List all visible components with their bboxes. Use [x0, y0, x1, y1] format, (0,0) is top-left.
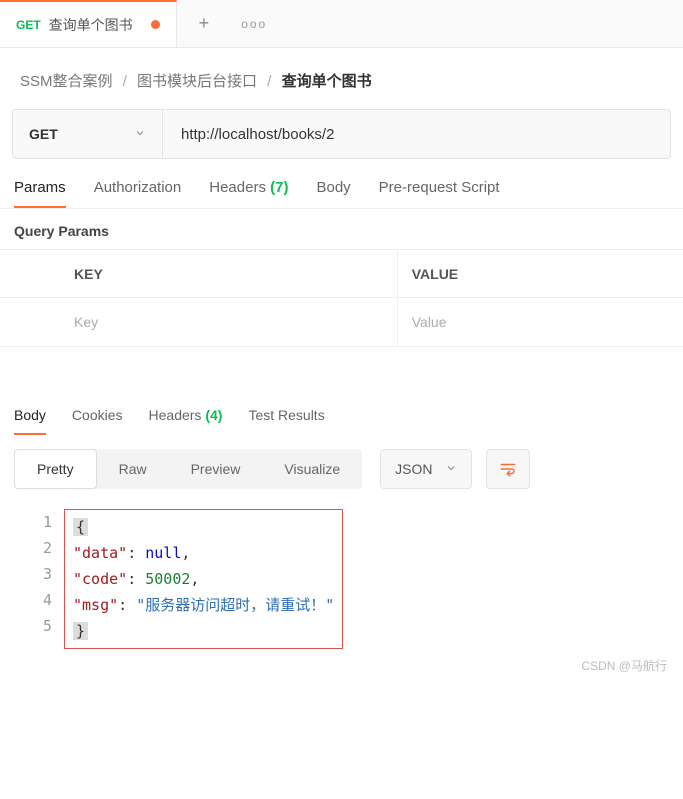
json-key-msg: "msg": [73, 596, 118, 614]
new-tab-button[interactable]: +: [177, 13, 232, 34]
query-params-title: Query Params: [0, 209, 683, 249]
format-label: JSON: [395, 461, 432, 477]
resp-tab-body[interactable]: Body: [14, 407, 46, 435]
response-body: 1 2 3 4 5 { "data": null, "code": 50002,…: [14, 509, 669, 649]
response-view-row: Pretty Raw Preview Visualize JSON: [0, 435, 683, 499]
breadcrumb-current: 查询单个图书: [282, 73, 372, 90]
tab-body[interactable]: Body: [316, 179, 350, 208]
tab-title: 查询单个图书: [49, 15, 133, 35]
table-input-row: Key Value: [0, 298, 683, 346]
method-label: GET: [29, 126, 58, 142]
format-select[interactable]: JSON: [380, 449, 471, 489]
view-mode-group: Pretty Raw Preview Visualize: [14, 449, 362, 489]
resp-tab-headers[interactable]: Headers (4): [149, 407, 223, 435]
tab-bar: GET 查询单个图书 + ooo: [0, 0, 683, 48]
breadcrumb-item[interactable]: SSM整合案例: [20, 73, 113, 90]
chevron-down-icon: [134, 126, 146, 142]
tab-authorization[interactable]: Authorization: [94, 179, 182, 208]
request-tab[interactable]: GET 查询单个图书: [0, 0, 177, 47]
resp-tab-cookies[interactable]: Cookies: [72, 407, 123, 435]
value-input[interactable]: Value: [398, 298, 683, 346]
tab-headers[interactable]: Headers (7): [209, 179, 288, 208]
view-raw-button[interactable]: Raw: [97, 449, 169, 489]
line-no: 1: [14, 509, 52, 535]
table-header-row: KEY VALUE: [0, 250, 683, 298]
breadcrumb-sep: /: [123, 73, 127, 90]
line-no: 4: [14, 587, 52, 613]
line-no: 3: [14, 561, 52, 587]
breadcrumb: SSM整合案例 / 图书模块后台接口 / 查询单个图书: [0, 48, 683, 109]
wrap-lines-button[interactable]: [486, 449, 530, 489]
tab-method: GET: [16, 18, 41, 32]
line-gutter: 1 2 3 4 5: [14, 509, 64, 649]
view-pretty-button[interactable]: Pretty: [14, 449, 97, 489]
headers-count: (7): [270, 179, 288, 196]
view-visualize-button[interactable]: Visualize: [262, 449, 362, 489]
json-key-data: "data": [73, 544, 127, 562]
line-no: 5: [14, 613, 52, 639]
url-input[interactable]: http://localhost/books/2: [163, 110, 670, 158]
tab-overflow-button[interactable]: ooo: [231, 17, 277, 31]
tab-headers-label: Headers: [209, 179, 266, 196]
col-key: KEY: [60, 250, 398, 297]
tab-params[interactable]: Params: [14, 179, 66, 208]
brace-close: }: [73, 622, 88, 640]
chevron-down-icon: [445, 461, 457, 477]
resp-headers-count: (4): [205, 407, 222, 423]
resp-tab-tests[interactable]: Test Results: [248, 407, 324, 435]
brace-open: {: [73, 518, 88, 536]
query-params-table: KEY VALUE Key Value: [0, 249, 683, 347]
method-select[interactable]: GET: [13, 110, 163, 158]
code-content[interactable]: { "data": null, "code": 50002, "msg": "服…: [64, 509, 343, 649]
view-preview-button[interactable]: Preview: [169, 449, 263, 489]
line-no: 2: [14, 535, 52, 561]
json-key-code: "code": [73, 570, 127, 588]
json-val-code: 50002: [145, 570, 190, 588]
response-tabs: Body Cookies Headers (4) Test Results: [0, 347, 683, 435]
resp-headers-label: Headers: [149, 407, 202, 423]
json-val-data: null: [145, 544, 181, 562]
breadcrumb-item[interactable]: 图书模块后台接口: [137, 73, 257, 90]
tab-prerequest[interactable]: Pre-request Script: [379, 179, 500, 208]
request-tabs: Params Authorization Headers (7) Body Pr…: [0, 159, 683, 209]
watermark: CSDN @马航行: [0, 649, 683, 678]
unsaved-dot-icon: [151, 20, 160, 29]
breadcrumb-sep: /: [267, 73, 271, 90]
col-value: VALUE: [398, 250, 683, 297]
key-input[interactable]: Key: [60, 298, 398, 346]
request-url-row: GET http://localhost/books/2: [12, 109, 671, 159]
json-val-msg: "服务器访问超时，请重试！": [136, 596, 334, 614]
